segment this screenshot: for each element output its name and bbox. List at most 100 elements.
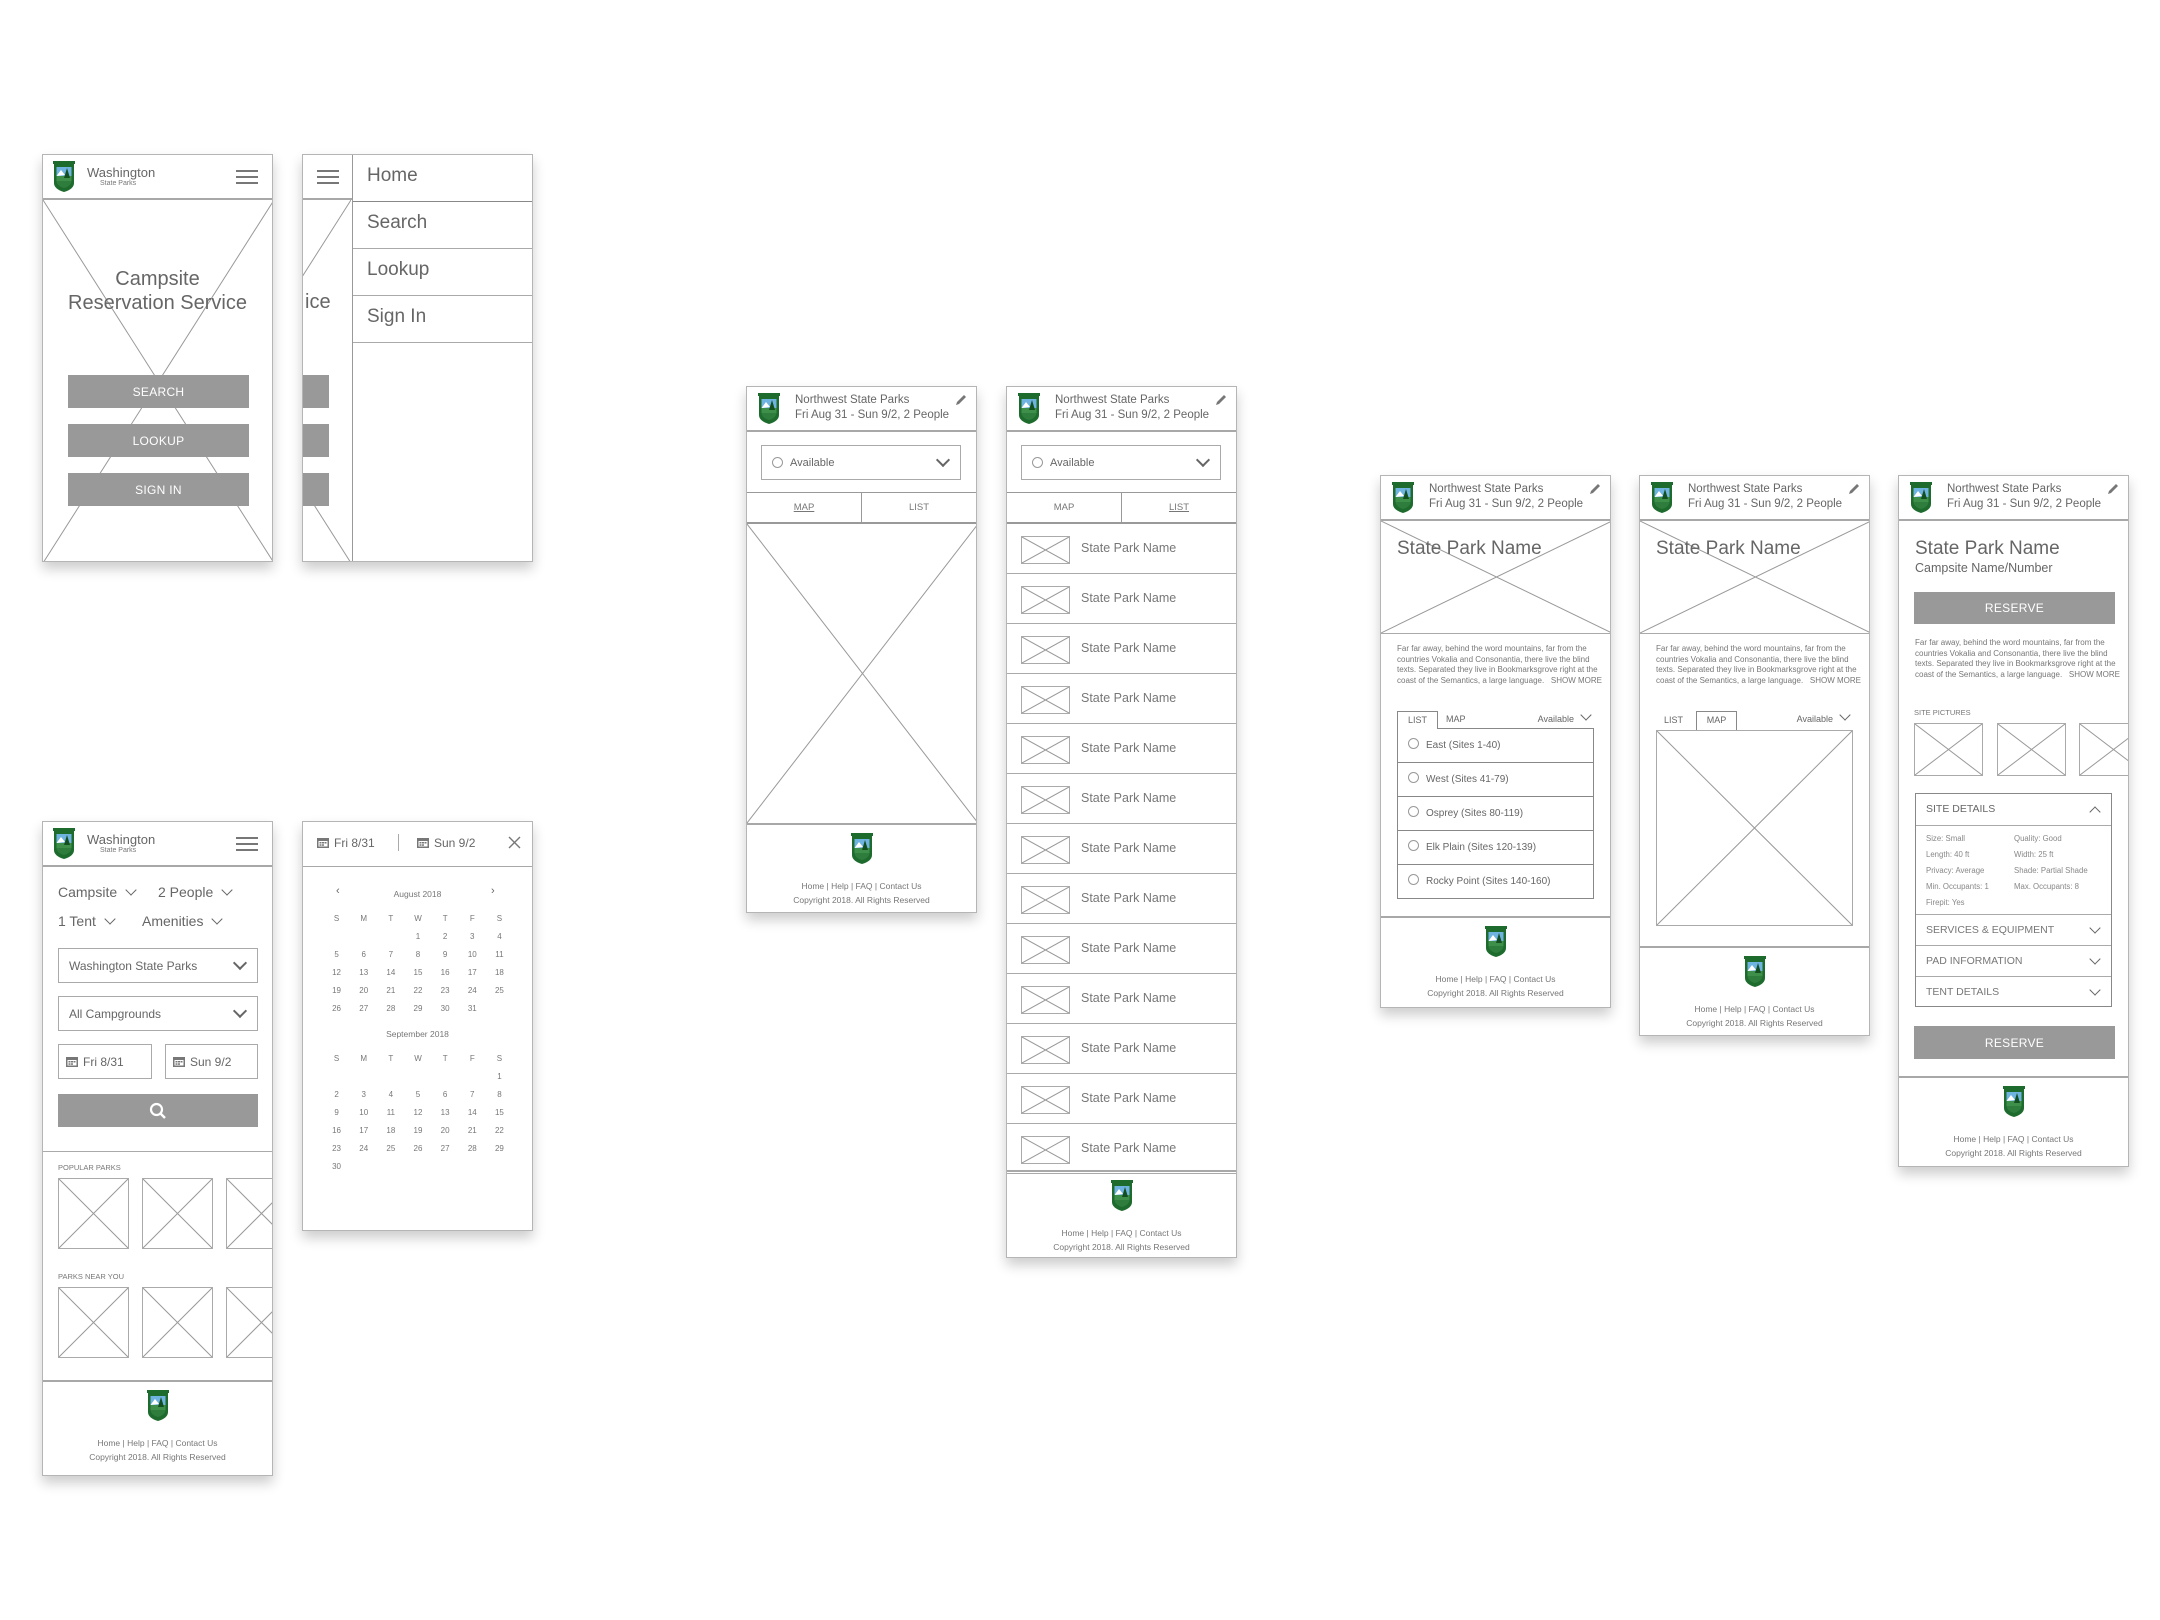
footer-link-home[interactable]: Home: [97, 1438, 120, 1448]
calendar-day[interactable]: 30: [323, 1162, 350, 1180]
start-date-chip[interactable]: Fri 8/31: [317, 836, 375, 850]
pad-information-section[interactable]: PAD INFORMATION: [1916, 945, 2111, 976]
footer-link-help[interactable]: Help: [120, 1438, 144, 1448]
calendar-day[interactable]: 14: [459, 1108, 486, 1126]
calendar-day[interactable]: 5: [404, 1090, 431, 1108]
calendar-day[interactable]: 28: [377, 1004, 404, 1022]
calendar-day[interactable]: 5: [323, 950, 350, 968]
show-more-link[interactable]: SHOW MORE: [1803, 675, 1861, 686]
footer-link-faq[interactable]: FAQ: [1742, 1004, 1766, 1014]
list-item[interactable]: State Park Name: [1007, 774, 1236, 824]
calendar-day[interactable]: 11: [377, 1108, 404, 1126]
menu-item-sign-in[interactable]: Sign In: [353, 296, 532, 343]
calendar-day[interactable]: 9: [432, 950, 459, 968]
calendar-day[interactable]: 23: [323, 1144, 350, 1162]
footer-link-contact-us[interactable]: Contact Us: [873, 881, 922, 891]
calendar-day[interactable]: 17: [350, 1126, 377, 1144]
loop-option[interactable]: Osprey (Sites 80-119): [1398, 797, 1593, 831]
calendar-day[interactable]: 22: [486, 1126, 513, 1144]
reserve-button-bottom[interactable]: RESERVE: [1914, 1026, 2115, 1059]
calendar-day[interactable]: 7: [377, 950, 404, 968]
calendar-day[interactable]: 11: [486, 950, 513, 968]
list-item[interactable]: State Park Name: [1007, 824, 1236, 874]
calendar-day[interactable]: 18: [486, 968, 513, 986]
popular-park-thumb[interactable]: [142, 1178, 213, 1249]
popular-park-thumb[interactable]: [226, 1178, 272, 1249]
tab-list[interactable]: LIST: [1397, 711, 1438, 729]
calendar-day[interactable]: 8: [486, 1090, 513, 1108]
footer-link-help[interactable]: Help: [1976, 1134, 2000, 1144]
calendar-day[interactable]: 24: [459, 986, 486, 1004]
lookup-button[interactable]: LOOKUP: [68, 424, 249, 457]
list-item[interactable]: State Park Name: [1007, 1074, 1236, 1124]
footer-link-home[interactable]: Home: [1953, 1134, 1976, 1144]
pencil-edit-icon[interactable]: [1214, 393, 1228, 407]
tab-list[interactable]: LIST: [1664, 712, 1683, 729]
hamburger-menu-icon[interactable]: [236, 170, 258, 184]
footer-link-home[interactable]: Home: [1694, 1004, 1717, 1014]
calendar-day[interactable]: 2: [323, 1090, 350, 1108]
site-details-header[interactable]: SITE DETAILS: [1916, 794, 2111, 826]
tab-list[interactable]: LIST: [1121, 493, 1236, 522]
calendar-day[interactable]: 29: [404, 1004, 431, 1022]
calendar-day[interactable]: 4: [486, 932, 513, 950]
loop-option[interactable]: East (Sites 1-40): [1398, 729, 1593, 763]
calendar-day[interactable]: 6: [350, 950, 377, 968]
calendar-day[interactable]: 14: [377, 968, 404, 986]
calendar-day[interactable]: 31: [459, 1004, 486, 1022]
menu-item-search[interactable]: Search: [353, 202, 532, 249]
calendar-day[interactable]: 20: [350, 986, 377, 1004]
pencil-edit-icon[interactable]: [1588, 482, 1602, 496]
calendar-day[interactable]: 13: [432, 1108, 459, 1126]
nearby-park-thumb[interactable]: [58, 1287, 129, 1358]
menu-item-lookup[interactable]: Lookup: [353, 249, 532, 296]
calendar-day[interactable]: 20: [432, 1126, 459, 1144]
footer-link-faq[interactable]: FAQ: [849, 881, 873, 891]
site-picture[interactable]: [1914, 723, 1983, 776]
calendar-day[interactable]: 25: [486, 986, 513, 1004]
calendar-day[interactable]: 23: [432, 986, 459, 1004]
footer-link-help[interactable]: Help: [1717, 1004, 1741, 1014]
tab-map[interactable]: MAP: [1696, 711, 1737, 730]
calendar-day[interactable]: 8: [404, 950, 431, 968]
calendar-day[interactable]: 10: [350, 1108, 377, 1126]
calendar-day[interactable]: 10: [459, 950, 486, 968]
calendar-day[interactable]: 19: [323, 986, 350, 1004]
calendar-day[interactable]: 15: [404, 968, 431, 986]
footer-link-faq[interactable]: FAQ: [1483, 974, 1507, 984]
end-date-chip[interactable]: Sun 9/2: [417, 836, 475, 850]
calendar-day[interactable]: 21: [459, 1126, 486, 1144]
end-date-field[interactable]: Sun 9/2: [165, 1044, 258, 1079]
calendar-day[interactable]: 27: [432, 1144, 459, 1162]
list-item[interactable]: State Park Name: [1007, 574, 1236, 624]
park-select[interactable]: Washington State Parks: [58, 948, 258, 983]
loop-option[interactable]: West (Sites 41-79): [1398, 763, 1593, 797]
tab-map[interactable]: MAP: [1446, 711, 1466, 728]
pencil-edit-icon[interactable]: [2106, 482, 2120, 496]
calendar-day[interactable]: 26: [404, 1144, 431, 1162]
calendar-day[interactable]: 27: [350, 1004, 377, 1022]
footer-link-help[interactable]: Help: [1458, 974, 1482, 984]
popular-park-thumb[interactable]: [58, 1178, 129, 1249]
calendar-day[interactable]: 21: [377, 986, 404, 1004]
show-more-link[interactable]: SHOW MORE: [2062, 669, 2120, 680]
calendar-day[interactable]: 22: [404, 986, 431, 1004]
list-item[interactable]: State Park Name: [1007, 674, 1236, 724]
calendar-day[interactable]: 6: [432, 1090, 459, 1108]
calendar-day[interactable]: 28: [459, 1144, 486, 1162]
footer-link-contact-us[interactable]: Contact Us: [1766, 1004, 1815, 1014]
sign-in-button[interactable]: SIGN IN: [68, 473, 249, 506]
footer-link-home[interactable]: Home: [1435, 974, 1458, 984]
availability-filter[interactable]: Available: [1797, 709, 1851, 728]
calendar-day[interactable]: 12: [404, 1108, 431, 1126]
calendar-day[interactable]: 29: [486, 1144, 513, 1162]
list-item[interactable]: State Park Name: [1007, 1124, 1236, 1174]
calendar-day[interactable]: 7: [459, 1090, 486, 1108]
calendar-day[interactable]: 4: [377, 1090, 404, 1108]
list-item[interactable]: State Park Name: [1007, 974, 1236, 1024]
campground-select[interactable]: All Campgrounds: [58, 996, 258, 1031]
tab-map[interactable]: MAP: [1007, 493, 1121, 522]
availability-filter[interactable]: Available: [1538, 709, 1592, 728]
filter-campsite[interactable]: Campsite: [58, 884, 137, 900]
filter-amenities[interactable]: Amenities: [142, 913, 224, 929]
